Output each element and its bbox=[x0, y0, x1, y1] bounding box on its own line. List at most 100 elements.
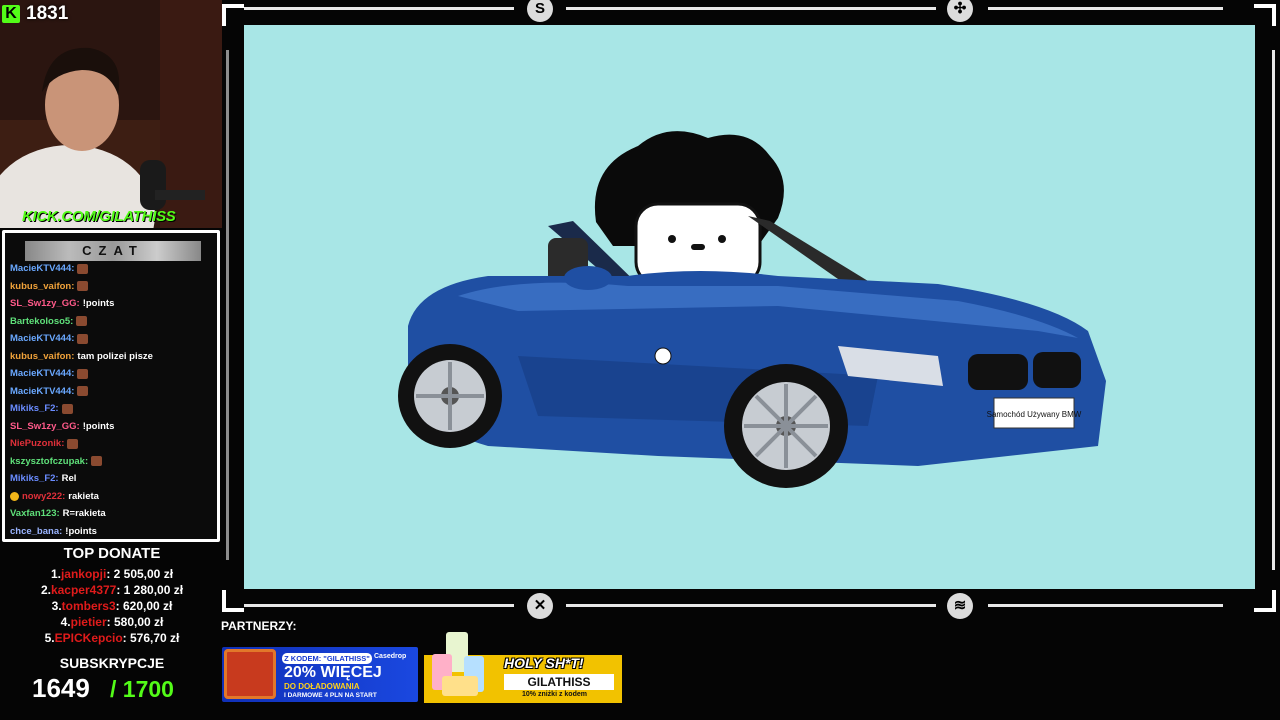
emote-icon bbox=[77, 386, 89, 397]
banner1-code: Z KODEM: "GILATHISS" bbox=[282, 653, 372, 664]
webcam-feed: K 1831 KICK.COM/GILATHISS bbox=[0, 0, 222, 228]
chat-panel: CZAT MacieKTV444: kubus_vaifon: SL_Sw1zy_G… bbox=[2, 230, 220, 542]
chat-message: Mikiks_F2: Rel bbox=[10, 470, 216, 488]
channel-url: KICK.COM/GILATHISS bbox=[22, 208, 176, 225]
chat-message: kubus_vaifon: bbox=[10, 278, 216, 296]
banner2-title: HOLY SH*T! bbox=[504, 655, 584, 671]
banner2-note: 10% zniżki z kodem bbox=[522, 691, 587, 698]
chat-message-list: MacieKTV444: kubus_vaifon: SL_Sw1zy_GG: !po… bbox=[10, 260, 216, 540]
subscriptions-goal: / 1700 bbox=[110, 676, 174, 702]
chat-message: MacieKTV444: bbox=[10, 383, 216, 401]
chat-username[interactable]: Mikiks_F2: bbox=[10, 403, 59, 414]
donate-entry: 2.kacper4377: 1 280,00 zł bbox=[0, 583, 224, 599]
chat-text: tam polizei pisze bbox=[77, 350, 153, 362]
donate-rank: 1. bbox=[50, 567, 61, 581]
chat-username[interactable]: SL_Sw1zy_GG: bbox=[10, 421, 80, 432]
donate-rank: 4. bbox=[60, 615, 71, 629]
streamer-camera-image bbox=[0, 0, 222, 228]
donate-amount: : 620,00 zł bbox=[115, 599, 173, 613]
chat-username[interactable]: Mikiks_F2: bbox=[10, 473, 59, 484]
emote-icon bbox=[77, 263, 89, 274]
chat-username[interactable]: kszysztofczupak: bbox=[10, 456, 88, 467]
partners-label: PARTNERZY: bbox=[221, 619, 297, 633]
top-donate-list: 1.jankopji: 2 505,00 zł 2.kacper4377: 1 2… bbox=[0, 567, 224, 647]
treasure-chest-icon bbox=[224, 649, 276, 699]
compass-icon: ✣ bbox=[947, 0, 973, 22]
chat-username[interactable]: kubus_vaifon: bbox=[10, 281, 74, 292]
chat-username[interactable]: SL_Sw1zy_GG: bbox=[10, 298, 80, 309]
frame-line bbox=[1272, 50, 1275, 570]
banner1-brand: Casedrop bbox=[374, 653, 407, 660]
banner1-sub1: DO DOŁADOWANIA bbox=[284, 682, 360, 691]
chat-message: MacieKTV444: bbox=[10, 330, 216, 348]
chat-username[interactable]: kubus_vaifon: bbox=[10, 351, 74, 362]
car-with-cartoon-driver-image: Samochód Używany BMW bbox=[398, 131, 1106, 488]
chat-message: Bartekoloso5: bbox=[10, 313, 216, 331]
subscriptions-current: 1649 bbox=[32, 673, 90, 703]
emote-icon bbox=[77, 333, 89, 344]
chat-message: Vaxfan123: R=rakieta bbox=[10, 505, 216, 523]
emote-icon bbox=[67, 438, 79, 449]
chat-username[interactable]: NiePuzonik: bbox=[10, 438, 64, 449]
chat-message: SL_Sw1zy_GG: !points bbox=[10, 295, 216, 313]
chat-message: NiePuzonik: bbox=[10, 435, 216, 453]
chat-message: kubus_vaifon: tam polizei pisze bbox=[10, 348, 216, 366]
frame-line bbox=[244, 604, 514, 607]
chat-username[interactable]: nowy222: bbox=[22, 491, 65, 502]
drink-cans-icon bbox=[432, 632, 484, 696]
frame-line bbox=[566, 604, 936, 607]
frame-corner bbox=[222, 4, 244, 26]
donate-entry: 5.EPICKepcio: 576,70 zł bbox=[0, 631, 224, 647]
crossed-pattern-icon: ✕ bbox=[527, 593, 553, 619]
donate-rank: 2. bbox=[40, 583, 51, 597]
donate-amount: : 580,00 zł bbox=[106, 615, 164, 629]
chat-username[interactable]: MacieKTV444: bbox=[10, 368, 74, 379]
wave-logo-icon: ≋ bbox=[947, 593, 973, 619]
donate-rank: 3. bbox=[51, 599, 62, 613]
chat-username[interactable]: MacieKTV444: bbox=[10, 386, 74, 397]
emote-icon bbox=[77, 368, 89, 379]
chat-message: kszysztofczupak: bbox=[10, 453, 216, 471]
frame-corner bbox=[1254, 590, 1276, 612]
chat-username[interactable]: Vaxfan123: bbox=[10, 508, 60, 519]
banner2-code: GILATHISS bbox=[504, 674, 614, 690]
donate-entry: 1.jankopji: 2 505,00 zł bbox=[0, 567, 224, 583]
emote-icon bbox=[91, 456, 103, 467]
donate-name: tombers3 bbox=[61, 599, 116, 613]
donate-rank: 5. bbox=[44, 631, 55, 645]
chat-username[interactable]: Bartekoloso5: bbox=[10, 316, 73, 327]
frame-corner bbox=[1254, 4, 1276, 26]
chat-message: MacieKTV444: bbox=[10, 365, 216, 383]
donate-amount: : 576,70 zł bbox=[122, 631, 180, 645]
chat-text: Rel bbox=[61, 473, 77, 485]
emote-icon bbox=[77, 281, 89, 292]
chat-text: rakieta bbox=[68, 490, 99, 502]
emote-icon bbox=[61, 403, 73, 414]
chat-username[interactable]: chce_bana: bbox=[10, 526, 62, 537]
donate-entry: 3.tombers3: 620,00 zł bbox=[0, 599, 224, 615]
frame-corner bbox=[222, 590, 244, 612]
chat-text: !points bbox=[82, 420, 115, 432]
chat-text: !points bbox=[82, 298, 115, 310]
chat-message: Mikiks_F2: bbox=[10, 400, 216, 418]
chat-text: R=rakieta bbox=[62, 508, 106, 520]
chat-message: SL_Sw1zy_GG: !points bbox=[10, 418, 216, 436]
frame-line bbox=[226, 50, 229, 560]
subscriptions-title: SUBSKRYPCJE bbox=[59, 655, 165, 671]
frame-line bbox=[988, 604, 1223, 607]
casedrop-sponsor-banner[interactable]: Z KODEM: "GILATHISS" Casedrop 20% WIĘCEJ… bbox=[222, 647, 418, 702]
banner1-sub2: I DARMOWE 4 PLN NA START bbox=[284, 692, 377, 699]
frame-line bbox=[566, 7, 936, 10]
chat-message: MacieKTV444: bbox=[10, 260, 216, 278]
chat-username[interactable]: MacieKTV444: bbox=[10, 263, 74, 274]
kick-logo-icon: K bbox=[2, 5, 20, 23]
chat-username[interactable]: MacieKTV444: bbox=[10, 333, 74, 344]
coin-icon bbox=[10, 491, 19, 501]
banner1-main: 20% WIĘCEJ bbox=[284, 664, 382, 681]
license-plate-text: Samochód Używany BMW bbox=[987, 410, 1082, 419]
donate-name: kacper4377 bbox=[50, 583, 117, 597]
logo-s-icon: S bbox=[527, 0, 553, 22]
donate-name: pietier bbox=[70, 615, 107, 629]
chat-message: chce_bana: !points bbox=[10, 523, 216, 541]
chat-message: nowy222: rakieta bbox=[10, 488, 216, 506]
